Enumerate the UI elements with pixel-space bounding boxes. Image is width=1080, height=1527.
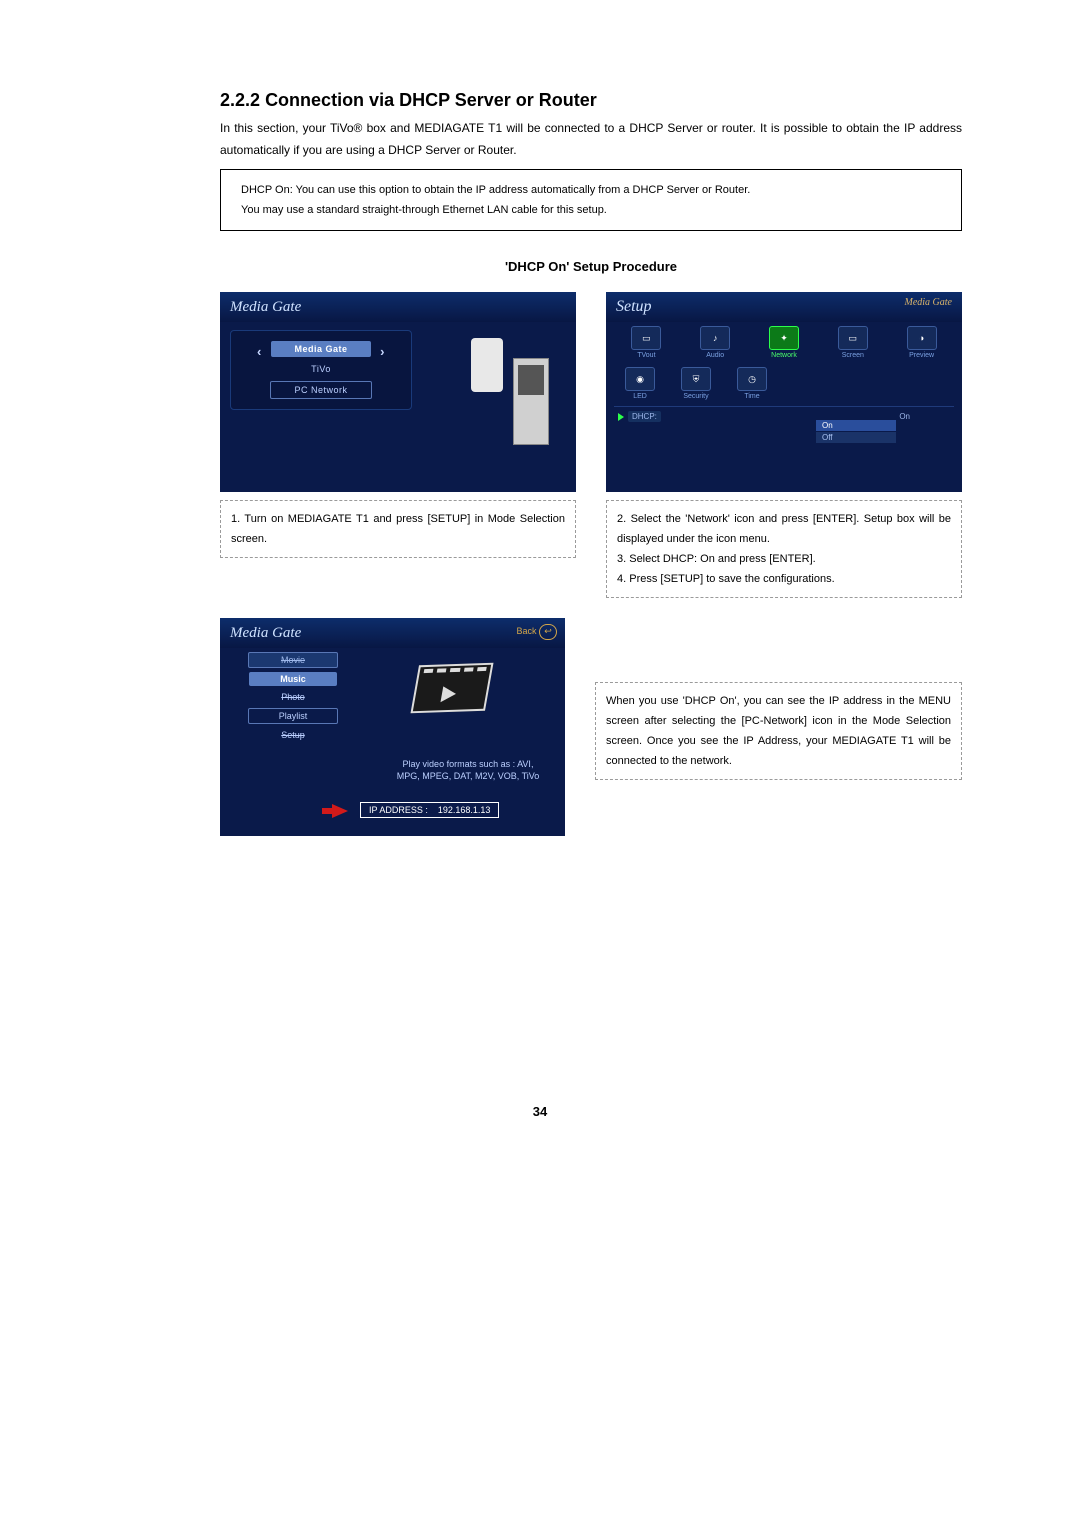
content-column: 2.2.2 Connection via DHCP Server or Rout…: [220, 90, 962, 844]
ip-value: 192.168.1.13: [438, 805, 491, 815]
device-tower-icon: [513, 358, 549, 445]
figure2-title: Setup: [606, 298, 652, 316]
figure2-brand: Media Gate: [905, 297, 953, 308]
figure3-brand: Media Gate: [220, 625, 301, 642]
figure-pc-network-menu: Media Gate Back ↩ Movie Music Photo Play…: [220, 618, 565, 836]
setup-label-led: LED: [616, 393, 664, 400]
dhcp-option-off: Off: [816, 432, 896, 443]
dhcp-row: DHCP: On: [606, 409, 962, 424]
note-box: DHCP On: You can use this option to obta…: [220, 169, 962, 231]
ip-label: IP ADDRESS :: [369, 805, 428, 815]
figure-2-column: Setup Media Gate ▭ TVout ♪ Audio ✦ Network …: [606, 292, 962, 598]
menu-item-setup: Setup: [249, 728, 337, 742]
clock-icon: ◷: [737, 367, 767, 391]
preview-icon: ◑: [907, 326, 937, 350]
cursor-arrow-icon: [618, 413, 624, 421]
figure1-brand: Media Gate: [220, 299, 301, 316]
setup-icon-time: ◷ Time: [728, 367, 776, 400]
pc-network-side-menu: Movie Music Photo Playlist Setup: [228, 648, 358, 746]
setup-label-audio: Audio: [691, 352, 739, 359]
speaker-icon: ♪: [700, 326, 730, 350]
figure-mode-selection: Media Gate Media Gate TiVo PC Network: [220, 292, 576, 492]
red-arrow-icon: [332, 804, 348, 818]
setup-icon-screen: ▭ Screen: [829, 326, 877, 359]
dhcp-option-on: On: [816, 420, 896, 431]
setup-label-network: Network: [760, 352, 808, 359]
menu-item-pc-network: PC Network: [270, 381, 372, 399]
setup-icon-audio: ♪ Audio: [691, 326, 739, 359]
back-icon: ↩: [539, 624, 557, 640]
note-line-2: You may use a standard straight-through …: [241, 200, 941, 220]
led-icon: ◉: [625, 367, 655, 391]
setup-label-preview: Preview: [898, 352, 946, 359]
setup-label-screen: Screen: [829, 352, 877, 359]
figure2-caption-line3: 4. Press [SETUP] to save the configurati…: [617, 569, 951, 589]
usb-drive-icon: [471, 338, 503, 392]
document-page: 2.2.2 Connection via DHCP Server or Rout…: [0, 0, 1080, 1527]
figure2-caption-line1: 2. Select the 'Network' icon and press […: [617, 509, 951, 549]
play-triangle-icon: [440, 686, 457, 702]
menu-item-playlist: Playlist: [248, 708, 338, 724]
figure-setup-screen: Setup Media Gate ▭ TVout ♪ Audio ✦ Network …: [606, 292, 962, 492]
section-number: 2.2.2: [220, 90, 260, 110]
network-icon: ✦: [769, 326, 799, 350]
back-label: Back: [516, 626, 536, 636]
film-reel-illustration: [415, 664, 535, 744]
setup-icon-tvout: ▭ TVout: [622, 326, 670, 359]
menu-item-tivo: TiVo: [271, 361, 371, 377]
menu-item-music: Music: [249, 672, 337, 686]
device-illustration: [463, 332, 558, 452]
dhcp-options: On Off: [816, 420, 896, 443]
setup-divider: [614, 406, 954, 407]
setup-label-time: Time: [728, 393, 776, 400]
setup-icon-row-1: ▭ TVout ♪ Audio ✦ Network ▭ Screen ◑ Preview: [606, 322, 962, 363]
section-heading: 2.2.2 Connection via DHCP Server or Rout…: [220, 90, 962, 111]
format-description: Play video formats such as : AVI, MPG, M…: [368, 758, 565, 782]
figure2-header: Setup Media Gate: [606, 292, 962, 322]
figure2-caption: 2. Select the 'Network' icon and press […: [606, 500, 962, 598]
figure-3-column: Media Gate Back ↩ Movie Music Photo Play…: [220, 618, 565, 844]
ip-address-bar: IP ADDRESS : 192.168.1.13: [360, 802, 499, 818]
dhcp-value: On: [899, 412, 910, 421]
back-button: Back ↩: [516, 624, 557, 640]
mode-selection-menu: Media Gate TiVo PC Network: [230, 330, 412, 410]
screen-icon: ▭: [838, 326, 868, 350]
setup-icon-preview: ◑ Preview: [898, 326, 946, 359]
setup-icon-network: ✦ Network: [760, 326, 808, 359]
figure-row-2: Media Gate Back ↩ Movie Music Photo Play…: [220, 618, 962, 844]
tv-icon: ▭: [631, 326, 661, 350]
format-line1: Play video formats such as : AVI,: [368, 758, 565, 770]
figure2-caption-line2: 3. Select DHCP: On and press [ENTER].: [617, 549, 951, 569]
setup-label-security: Security: [672, 393, 720, 400]
note-line-1: DHCP On: You can use this option to obta…: [241, 180, 941, 200]
setup-icon-security: ⛨ Security: [672, 367, 720, 400]
setup-label-tvout: TVout: [622, 352, 670, 359]
menu-item-photo: Photo: [249, 690, 337, 704]
page-number: 34: [0, 1104, 1080, 1119]
section-intro: In this section, your TiVo® box and MEDI…: [220, 117, 962, 161]
figure3-caption: When you use 'DHCP On', you can see the …: [595, 682, 962, 780]
figure1-caption: 1. Turn on MEDIAGATE T1 and press [SETUP…: [220, 500, 576, 558]
figure3-header: Media Gate Back ↩: [220, 618, 565, 648]
procedure-title: 'DHCP On' Setup Procedure: [220, 259, 962, 274]
figure1-header: Media Gate: [220, 292, 576, 322]
figure-1-column: Media Gate Media Gate TiVo PC Network 1.…: [220, 292, 576, 598]
film-reel-icon: [410, 663, 493, 714]
menu-item-movie: Movie: [248, 652, 338, 668]
section-title-text: Connection via DHCP Server or Router: [265, 90, 597, 110]
format-line2: MPG, MPEG, DAT, M2V, VOB, TiVo: [368, 770, 565, 782]
setup-icon-led: ◉ LED: [616, 367, 664, 400]
dhcp-label: DHCP:: [628, 411, 661, 422]
menu-item-media-gate: Media Gate: [271, 341, 371, 357]
security-icon: ⛨: [681, 367, 711, 391]
setup-icon-row-2: ◉ LED ⛨ Security ◷ Time: [606, 363, 962, 404]
figure-row-1: Media Gate Media Gate TiVo PC Network 1.…: [220, 292, 962, 598]
